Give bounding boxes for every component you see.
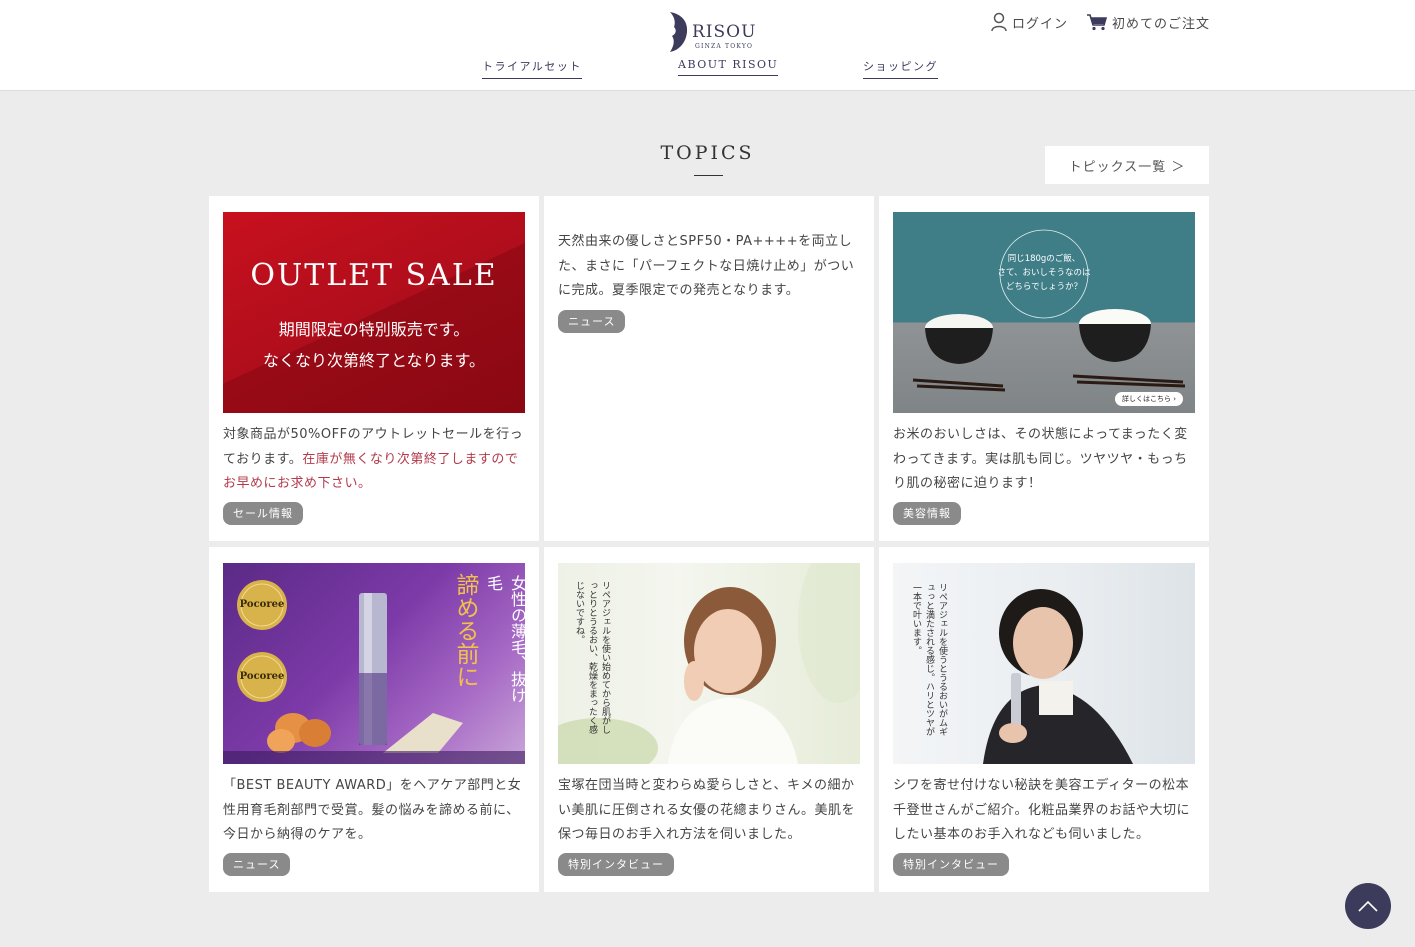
card-description: 対象商品が50%OFFのアウトレットセールを行っております。在庫が無くなり次第終… [223, 423, 525, 497]
user-icon [990, 12, 1008, 32]
award-vertical-text-2: 諦める前に [452, 573, 478, 688]
category-tag[interactable]: ニュース [223, 853, 291, 876]
nav-trial-set[interactable]: トライアルセット [482, 58, 582, 79]
main-nav: トライアルセット ABOUT RISOU ショッピング [0, 58, 1415, 82]
card-description: 天然由来の優しさとSPF50・PA++++を両立した、まさに「パーフェクトな日焼… [558, 234, 855, 298]
cart-icon [1086, 13, 1108, 31]
topic-card-sunscreen[interactable]: 天然由来の優しさとSPF50・PA++++を両立した、まさに「パーフェクトな日焼… [544, 196, 874, 541]
category-tag[interactable]: 特別インタビュー [893, 853, 1009, 876]
site-header: RISOU GINZA TOKYO ログイン 初めてのご注文 トライアルセット … [0, 0, 1415, 91]
topic-card-award[interactable]: Pocoree Pocoree 女性の薄毛、抜け毛 諦める前に 「BEST BE… [209, 547, 539, 892]
scroll-to-top-button[interactable] [1345, 883, 1391, 929]
first-order-link[interactable]: 初めてのご注文 [1086, 13, 1210, 32]
interview-actress-image[interactable]: リペアジェルを使い始めてから肌がしっとりとうるおい、乾燥をまったく感じないですね… [558, 563, 860, 764]
card-description: お米のおいしさは、その状態によってまったく変わってきます。実は肌も同じ。ツヤツヤ… [893, 427, 1188, 491]
editor-quote: リペアジェルを使うとうるおいがムギュっと満たされる感じ。ハリとツヤが一本で叶いま… [911, 583, 947, 736]
outlet-sale-line2: 期間限定の特別販売です。 [278, 320, 470, 339]
outlet-sale-banner[interactable]: OUTLET SALE 期間限定の特別販売です。 なくなり次第終了となります。 [223, 212, 525, 413]
category-tag[interactable]: セール情報 [223, 502, 303, 525]
category-tag[interactable]: ニュース [558, 310, 626, 333]
topic-card-outlet[interactable]: OUTLET SALE 期間限定の特別販売です。 なくなり次第終了となります。 … [209, 196, 539, 541]
card-description: シワを寄せ付けない秘訣を美容エディターの松本千登世さんがご紹介。化粧品業界のお話… [893, 778, 1191, 842]
topic-card-interview-editor[interactable]: リペアジェルを使うとうるおいがムギュっと満たされる感じ。ハリとツヤが一本で叶いま… [879, 547, 1209, 892]
login-label: ログイン [1012, 16, 1069, 32]
category-tag[interactable]: 美容情報 [893, 502, 961, 525]
rice-question-line3: どちらでしょうか？ [1005, 282, 1083, 292]
rice-question-line1: 同じ180gのご飯、 [1007, 254, 1081, 264]
award-product-image[interactable]: Pocoree Pocoree 女性の薄毛、抜け毛 諦める前に [223, 563, 525, 764]
nav-about[interactable]: ABOUT RISOU [678, 58, 779, 76]
award-badge-1: Pocoree [239, 599, 285, 610]
category-tag[interactable]: 特別インタビュー [558, 853, 674, 876]
topics-title-underline [694, 175, 723, 176]
header-links: ログイン 初めてのご注文 [990, 12, 1210, 32]
card-description: 「BEST BEAUTY AWARD」をヘアケア部門と女性用育毛剤部門で受賞。髪… [223, 778, 522, 842]
logo-subtext: GINZA TOKYO [695, 43, 754, 50]
rice-comparison-image[interactable]: 同じ180gのご飯、 さて、おいしそうなのは どちらでしょうか？ 詳しくはこちら… [893, 212, 1195, 413]
award-vertical-text-1: 女性の薄毛、抜け毛 [484, 575, 525, 703]
topic-card-rice[interactable]: 同じ180gのご飯、 さて、おいしそうなのは どちらでしょうか？ 詳しくはこちら… [879, 196, 1209, 541]
logo-face-icon [670, 12, 688, 52]
risou-logo[interactable]: RISOU GINZA TOKYO [662, 10, 762, 54]
nav-shopping[interactable]: ショッピング [863, 58, 938, 79]
award-badge-2: Pocoree [239, 671, 285, 682]
details-badge[interactable]: 詳しくはこちら › [1115, 392, 1184, 406]
rice-question-text: 同じ180gのご飯、 さて、おいしそうなのは どちらでしょうか？ [994, 252, 1094, 294]
card-description: 宝塚在団当時と変わらぬ愛らしさと、キメの細かい美肌に圧倒される女優の花總まりさん… [558, 778, 856, 842]
first-order-label: 初めてのご注文 [1112, 16, 1211, 32]
rice-question-line2: さて、おいしそうなのは [997, 268, 1091, 278]
rice-bowls-illustration [912, 229, 1186, 392]
actress-quote: リペアジェルを使い始めてから肌がしっとりとうるおい、乾燥をまったく感じないですね… [574, 581, 610, 734]
interview-editor-image[interactable]: リペアジェルを使うとうるおいがムギュっと満たされる感じ。ハリとツヤが一本で叶いま… [893, 563, 1195, 764]
topics-all-button[interactable]: トピックス一覧 ＞ [1045, 146, 1209, 184]
chevron-up-icon [1358, 897, 1378, 916]
outlet-sale-heading: OUTLET SALE [250, 258, 498, 293]
logo-text: RISOU [692, 22, 757, 42]
login-link[interactable]: ログイン [990, 12, 1068, 32]
outlet-sale-line3: なくなり次第終了となります。 [263, 351, 485, 370]
topic-card-interview-actress[interactable]: リペアジェルを使い始めてから肌がしっとりとうるおい、乾燥をまったく感じないですね… [544, 547, 874, 892]
